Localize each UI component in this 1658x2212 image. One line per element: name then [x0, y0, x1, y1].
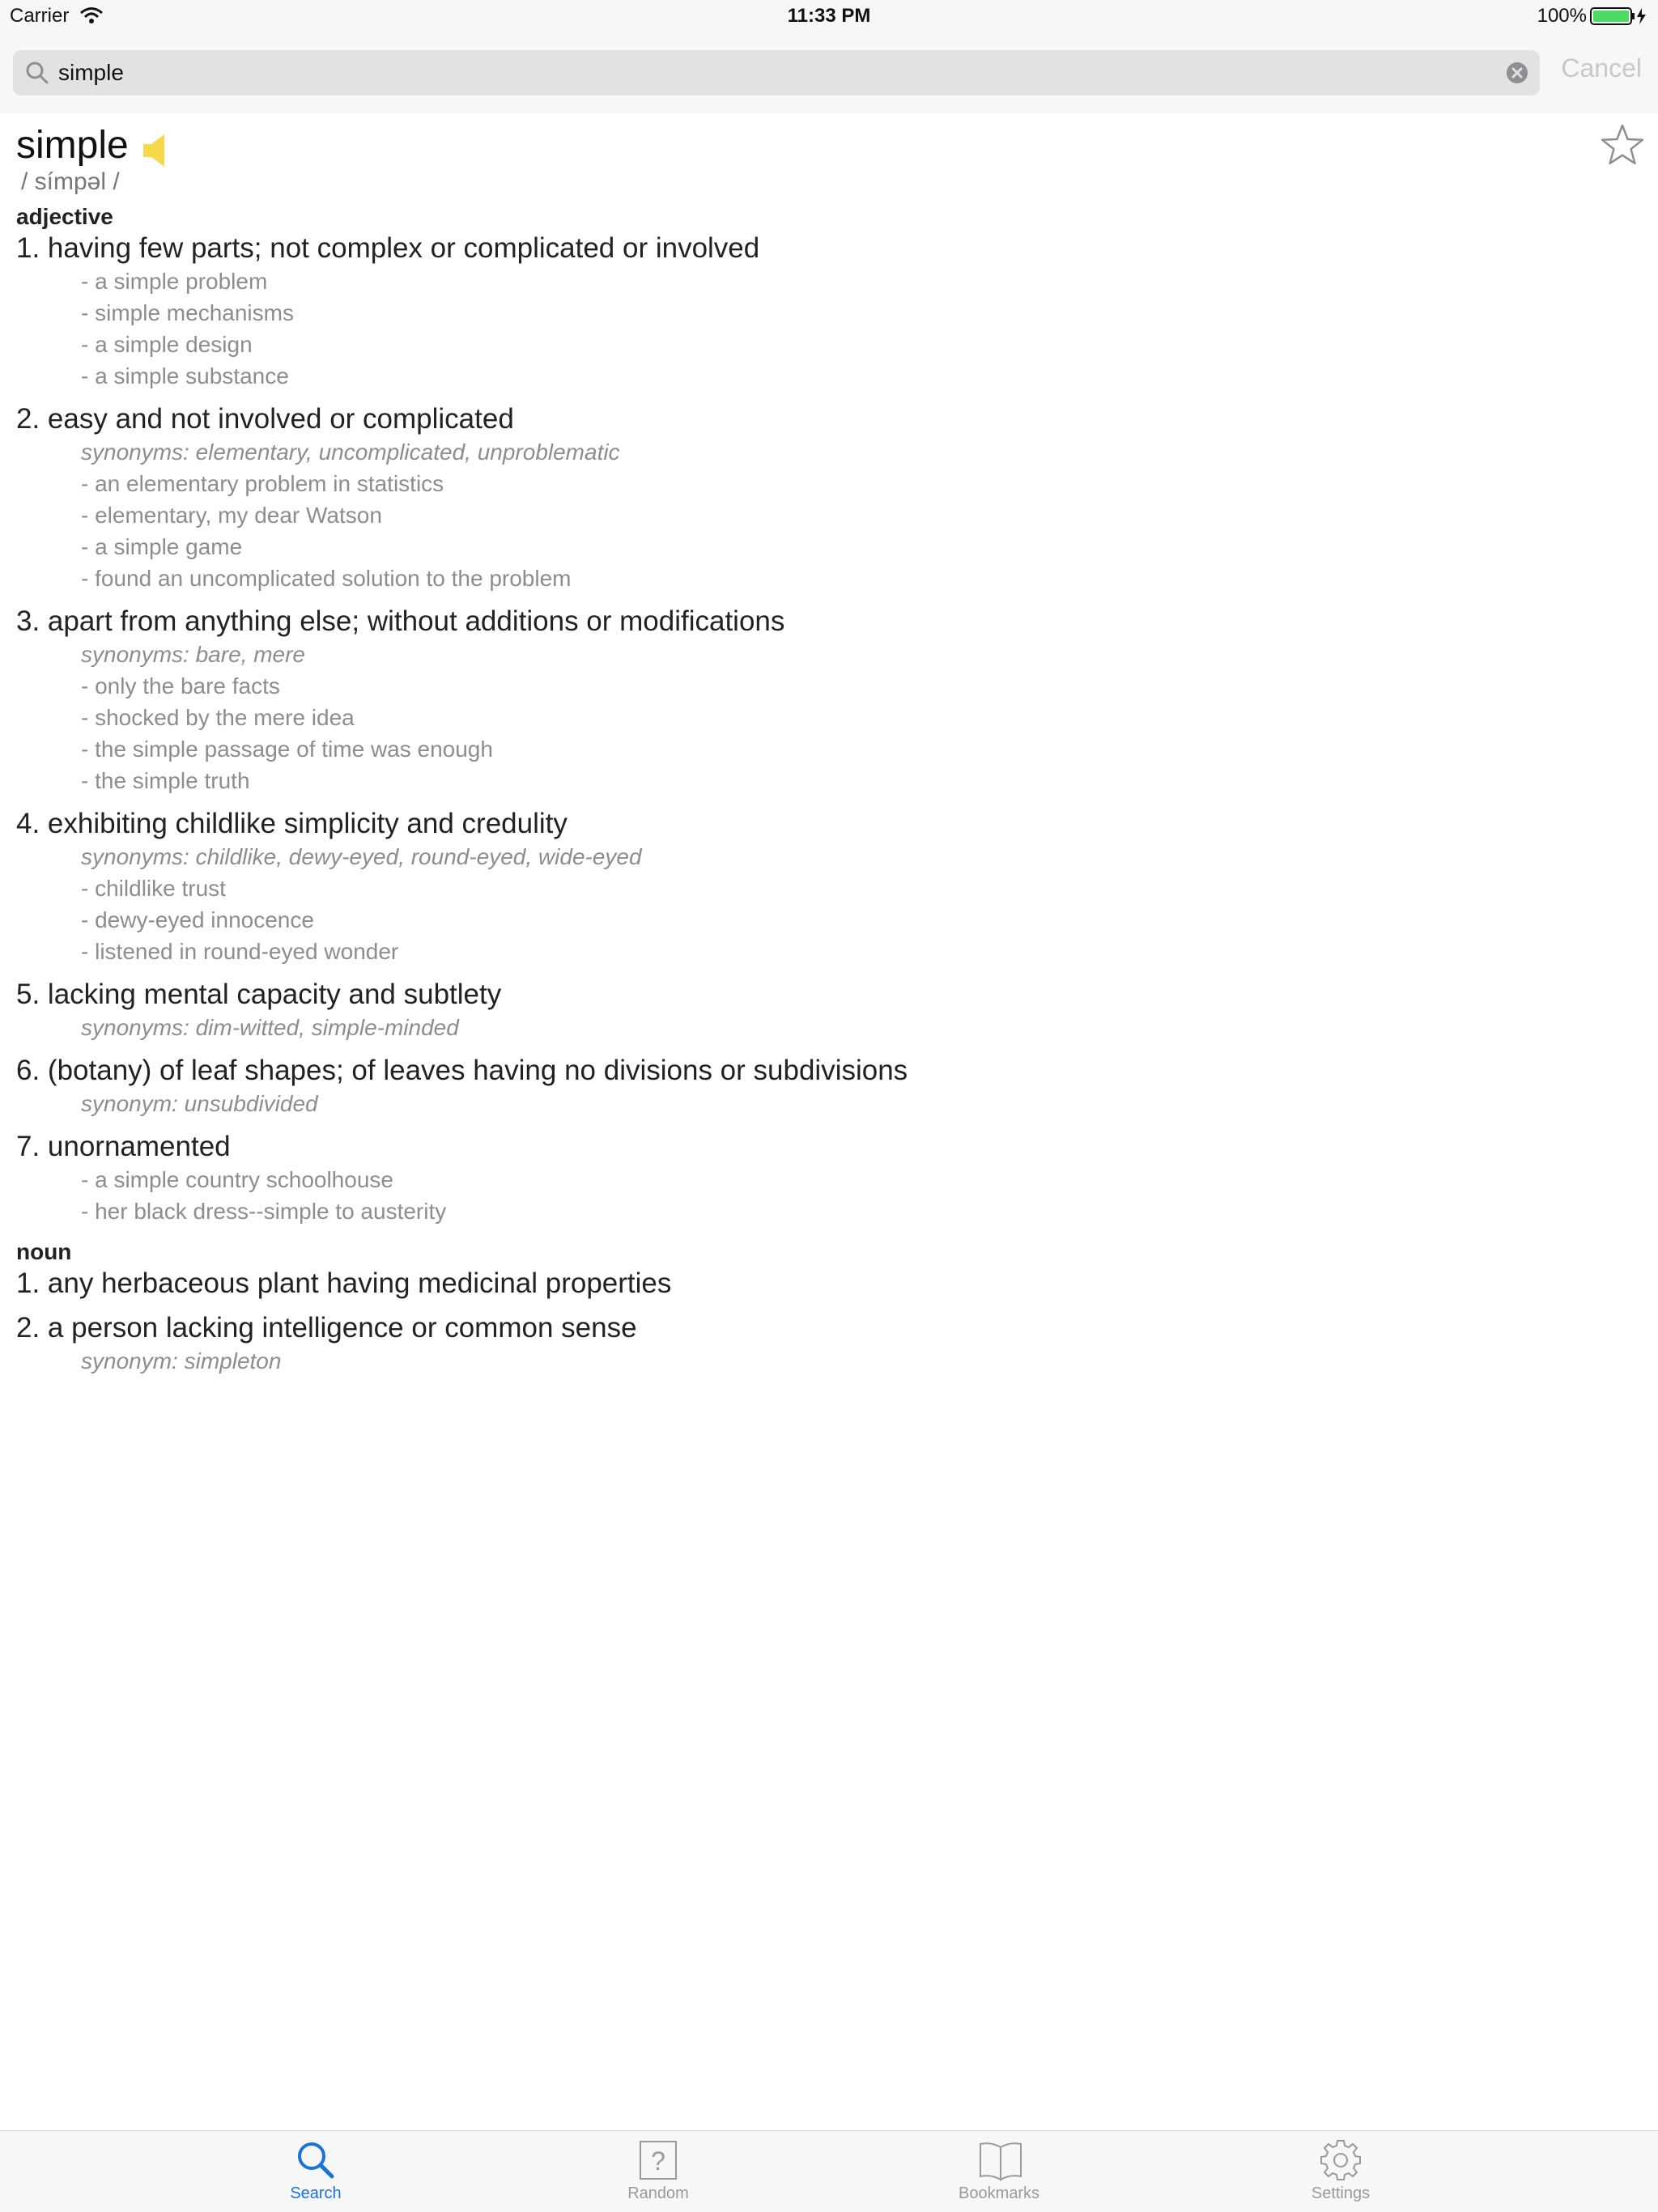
definition-sense: 2. easy and not involved or complicated s…: [16, 402, 1554, 605]
definition-sense: 5. lacking mental capacity and subtlety s…: [16, 978, 1554, 1054]
definition-sense: 3. apart from anything else; without add…: [16, 605, 1554, 807]
example-sentence: - shocked by the mere idea: [81, 705, 355, 730]
part-of-speech: noun: [16, 1239, 72, 1264]
tab-random[interactable]: ? Random: [577, 2131, 739, 2212]
synonyms: synonyms: childlike, dewy-eyed, round-ey…: [81, 844, 642, 869]
search-field[interactable]: [13, 50, 1540, 96]
book-icon: [978, 2139, 1023, 2185]
part-of-speech: adjective: [16, 204, 113, 229]
definition-sense: 7. unornamented - a simple country school…: [16, 1130, 1554, 1238]
example-sentence: - found an uncomplicated solution to the…: [81, 566, 572, 591]
battery-icon: [1590, 6, 1648, 30]
definition-text: 4. exhibiting childlike simplicity and c…: [16, 808, 568, 839]
example-sentence: - a simple substance: [81, 363, 289, 388]
example-sentence: - listened in round-eyed wonder: [81, 939, 399, 964]
example-sentence: - an elementary problem in statistics: [81, 471, 444, 496]
example-sentence: - simple mechanisms: [81, 300, 294, 325]
example-sentence: - a simple design: [81, 332, 253, 357]
search-bar: Cancel: [0, 32, 1658, 113]
gear-icon: [1320, 2139, 1362, 2185]
definition-text: 3. apart from anything else; without add…: [16, 605, 785, 637]
example-sentence: - elementary, my dear Watson: [81, 503, 382, 528]
synonyms: synonyms: bare, mere: [81, 642, 305, 667]
phonetic: / símpəl /: [21, 168, 120, 195]
synonyms: synonym: simpleton: [81, 1348, 282, 1373]
search-icon: [24, 60, 50, 90]
tab-settings[interactable]: Settings: [1260, 2131, 1422, 2212]
search-input[interactable]: [58, 57, 1483, 89]
status-bar: Carrier 11:33 PM 100%: [0, 0, 1658, 32]
tab-label: Search: [290, 2184, 342, 2202]
clear-icon[interactable]: [1506, 62, 1528, 88]
example-sentence: - a simple country schoolhouse: [81, 1167, 393, 1192]
definition-sense: 1. any herbaceous plant having medicinal…: [16, 1267, 1554, 1311]
question-icon: ?: [637, 2139, 679, 2185]
battery-percent: 100%: [1537, 5, 1587, 27]
definition-text: 1. any herbaceous plant having medicinal…: [16, 1267, 672, 1299]
tab-label: Random: [627, 2184, 689, 2202]
definition-text: 7. unornamented: [16, 1131, 231, 1162]
definition-text: 6. (botany) of leaf shapes; of leaves ha…: [16, 1055, 908, 1086]
definition-sense: 1. having few parts; not complex or comp…: [16, 231, 1554, 402]
speaker-icon[interactable]: [140, 131, 169, 174]
definitions-list: adjective 1. having few parts; not comple…: [16, 202, 1554, 1387]
definition-sense: 4. exhibiting childlike simplicity and c…: [16, 807, 1554, 978]
definition-text: 1. having few parts; not complex or comp…: [16, 232, 760, 264]
synonyms: synonym: unsubdivided: [81, 1091, 318, 1116]
definition-text: 5. lacking mental capacity and subtlety: [16, 979, 502, 1010]
tab-bar: Search ? Random Bookmarks Settings: [0, 2130, 1658, 2212]
definition-sense: 2. a person lacking intelligence or comm…: [16, 1311, 1554, 1387]
word-header: simple: [16, 121, 169, 170]
bookmark-star-icon[interactable]: [1600, 123, 1645, 172]
tab-bookmarks[interactable]: Bookmarks: [918, 2131, 1080, 2212]
example-sentence: - only the bare facts: [81, 673, 280, 698]
example-sentence: - the simple passage of time was enough: [81, 737, 493, 762]
tab-label: Settings: [1311, 2184, 1371, 2202]
tab-search[interactable]: Search: [235, 2131, 397, 2212]
svg-text:?: ?: [651, 2146, 665, 2176]
search-icon: [295, 2139, 337, 2185]
synonyms: synonyms: elementary, uncomplicated, unp…: [81, 439, 620, 465]
example-sentence: - dewy-eyed innocence: [81, 907, 314, 932]
definition-sense: 6. (botany) of leaf shapes; of leaves ha…: [16, 1054, 1554, 1130]
definition-text: 2. easy and not involved or complicated: [16, 403, 514, 435]
synonyms: synonyms: dim-witted, simple-minded: [81, 1015, 459, 1040]
status-time: 11:33 PM: [787, 5, 871, 27]
example-sentence: - her black dress--simple to austerity: [81, 1199, 447, 1224]
example-sentence: - childlike trust: [81, 876, 226, 901]
example-sentence: - a simple problem: [81, 269, 268, 294]
cancel-button[interactable]: Cancel: [1561, 53, 1642, 83]
example-sentence: - the simple truth: [81, 768, 250, 793]
example-sentence: - a simple game: [81, 534, 243, 559]
definition-text: 2. a person lacking intelligence or comm…: [16, 1312, 637, 1344]
word-title: simple: [16, 124, 129, 167]
tab-label: Bookmarks: [958, 2184, 1040, 2202]
